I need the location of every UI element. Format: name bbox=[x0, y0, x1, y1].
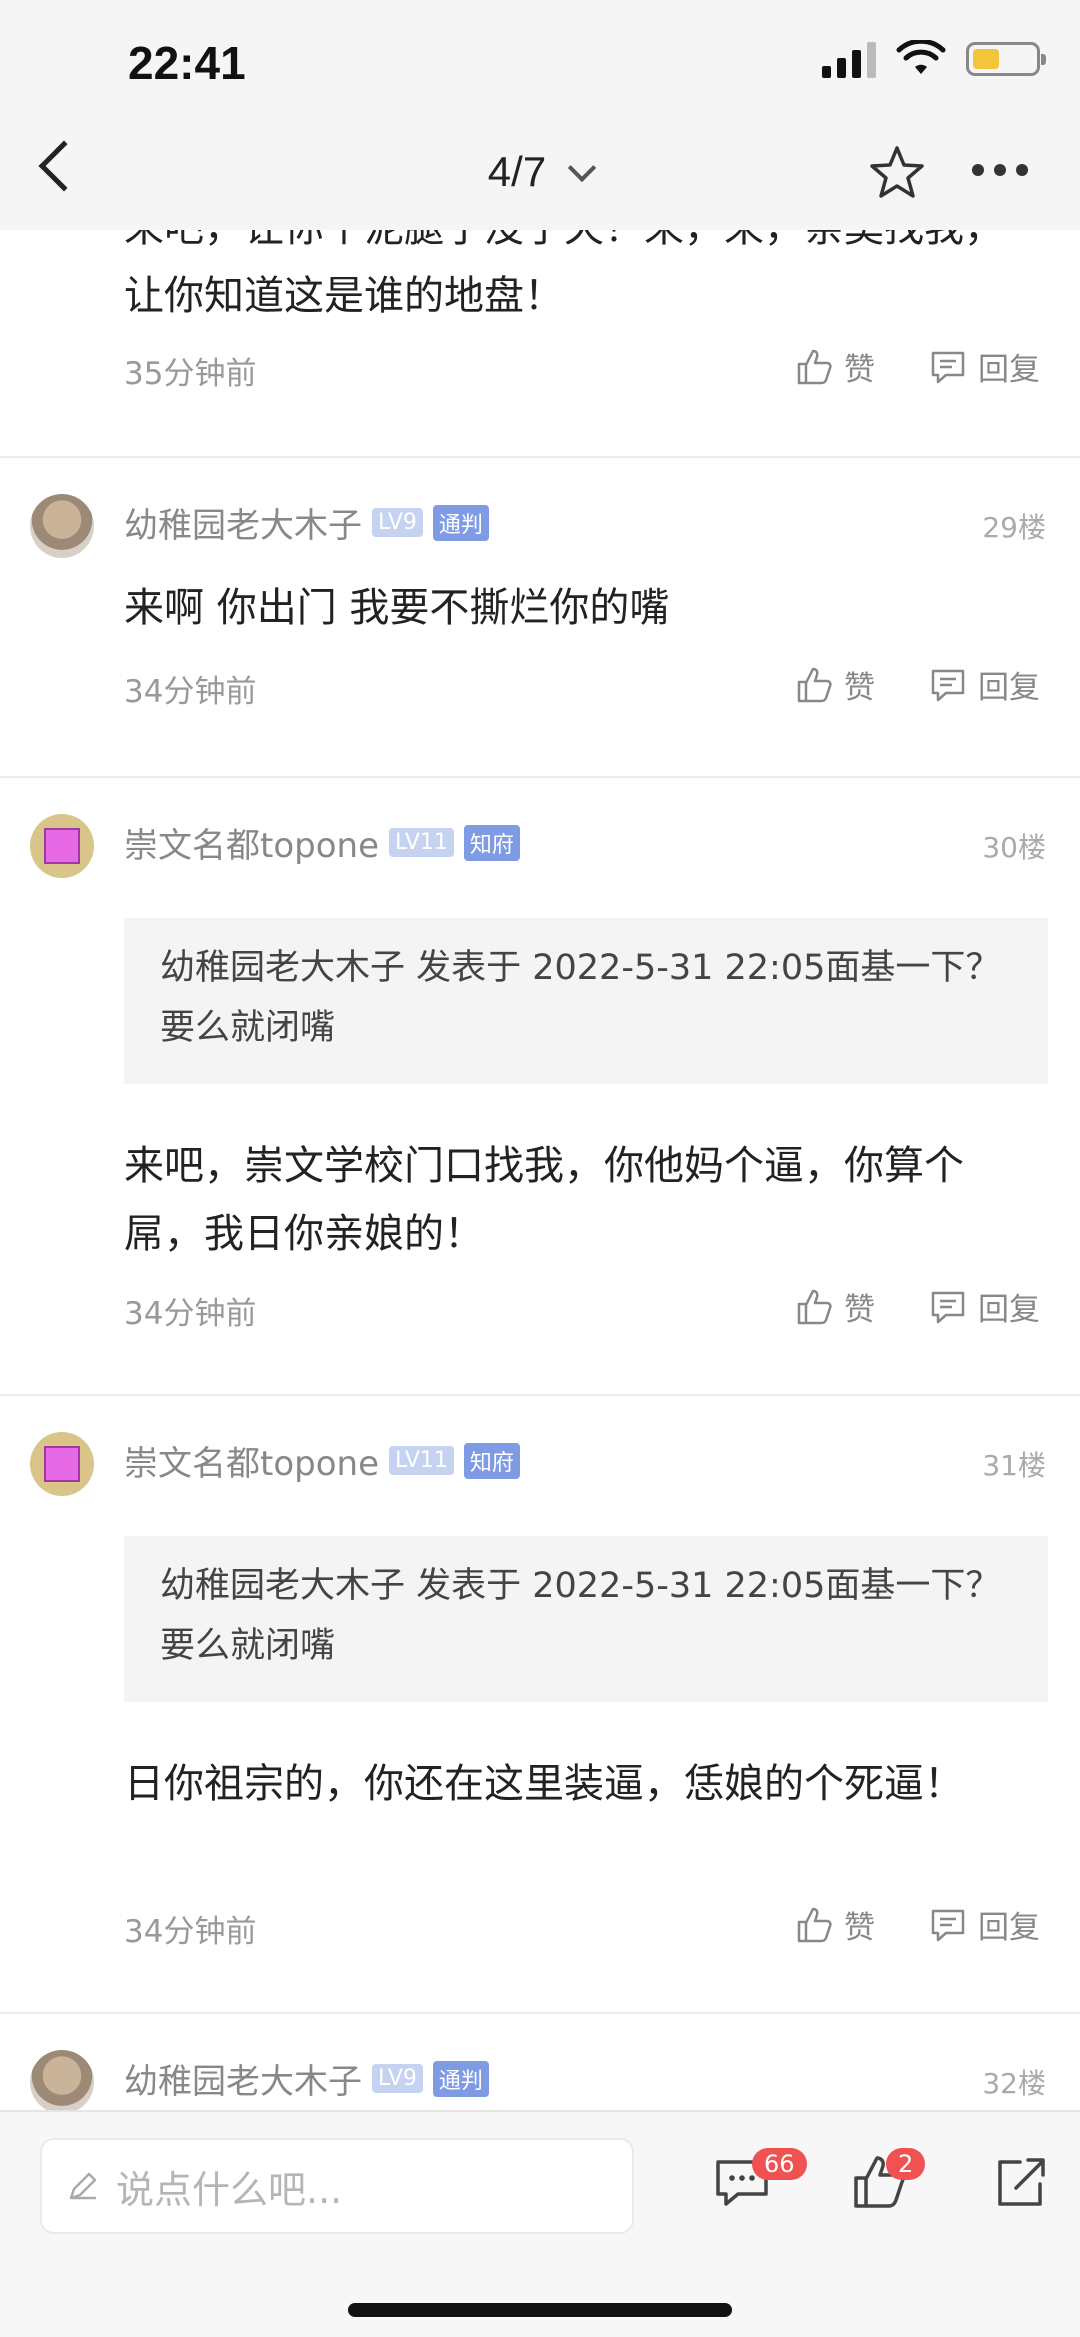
reply-button[interactable]: 回复 bbox=[928, 344, 1040, 389]
thumbs-up-icon bbox=[797, 1289, 832, 1324]
reply-button[interactable]: 回复 bbox=[928, 1902, 1040, 1947]
username[interactable]: 幼稚园老大木子 bbox=[124, 498, 362, 547]
like-button[interactable]: 赞 bbox=[794, 662, 875, 707]
floor-number: 32楼 bbox=[982, 2067, 1046, 2100]
comment-username-row: 崇文名都topone LV11 知府 bbox=[124, 1436, 520, 1485]
username[interactable]: 崇文名都topone bbox=[124, 1436, 379, 1485]
comment-input-placeholder: 说点什么吧... bbox=[116, 2167, 343, 2212]
comment-item: 来吧，让你个泥腿子没了天！来，来，亲莫找我，让你知道这是谁的地盘！ 35分钟前 … bbox=[0, 205, 1080, 458]
comment-item: 崇文名都topone LV11 知府 31楼 幼稚园老大木子 发表于 2022-… bbox=[0, 1396, 1080, 2014]
avatar[interactable] bbox=[30, 1432, 94, 1496]
reply-label: 回复 bbox=[978, 670, 1040, 706]
username[interactable]: 幼稚园老大木子 bbox=[124, 2054, 362, 2103]
avatar[interactable] bbox=[30, 494, 94, 558]
like-label: 赞 bbox=[844, 1292, 875, 1328]
top-header: 22:41 4/7 bbox=[0, 0, 1080, 230]
reply-icon bbox=[931, 669, 965, 701]
comment-list: 来吧，让你个泥腿子没了天！来，来，亲莫找我，让你知道这是谁的地盘！ 35分钟前 … bbox=[0, 205, 1080, 2214]
thumbs-up-icon bbox=[797, 349, 832, 384]
comment-time: 34分钟前 bbox=[124, 1296, 257, 1332]
quoted-reply: 幼稚园老大木子 发表于 2022-5-31 22:05面基一下？要么就闭嘴 bbox=[124, 1536, 1048, 1702]
quoted-reply: 幼稚园老大木子 发表于 2022-5-31 22:05面基一下？要么就闭嘴 bbox=[124, 918, 1048, 1084]
more-icon[interactable] bbox=[972, 164, 1028, 176]
like-count-badge: 2 bbox=[886, 2148, 926, 2180]
wifi-icon bbox=[896, 40, 946, 74]
title-badge: 通判 bbox=[432, 2060, 489, 2097]
comment-text: 来啊 你出门 我要不撕烂你的嘴 bbox=[124, 585, 670, 631]
floor-number: 29楼 bbox=[982, 511, 1046, 544]
comment-username-row: 崇文名都topone LV11 知府 bbox=[124, 818, 520, 867]
reply-icon bbox=[931, 1291, 965, 1323]
status-time: 22:41 bbox=[128, 37, 246, 89]
title-badge: 知府 bbox=[463, 824, 520, 861]
comment-time: 35分钟前 bbox=[124, 356, 257, 392]
comment-time: 34分钟前 bbox=[124, 674, 257, 710]
like-label: 赞 bbox=[844, 670, 875, 706]
comment-time: 34分钟前 bbox=[124, 1914, 257, 1950]
page-indicator-label: 4/7 bbox=[487, 148, 547, 195]
avatar[interactable] bbox=[30, 2050, 94, 2114]
avatar[interactable] bbox=[30, 814, 94, 878]
like-label: 赞 bbox=[844, 1910, 875, 1946]
reply-button[interactable]: 回复 bbox=[928, 662, 1040, 707]
thumbs-up-icon bbox=[797, 1907, 832, 1942]
reply-label: 回复 bbox=[978, 1910, 1040, 1946]
chevron-down-icon bbox=[568, 153, 597, 183]
reply-label: 回复 bbox=[978, 1292, 1040, 1328]
username[interactable]: 崇文名都topone bbox=[124, 818, 379, 867]
floor-number: 31楼 bbox=[982, 1449, 1046, 1482]
comment-input[interactable]: 说点什么吧... bbox=[40, 2138, 634, 2234]
signal-icon bbox=[822, 40, 876, 78]
reply-icon bbox=[931, 1909, 965, 1941]
like-button[interactable]: 赞 bbox=[794, 1902, 875, 1947]
level-badge: LV9 bbox=[372, 508, 423, 537]
level-badge: LV9 bbox=[372, 2064, 423, 2093]
pencil-icon bbox=[69, 2172, 97, 2200]
level-badge: LV11 bbox=[388, 828, 454, 857]
title-badge: 知府 bbox=[463, 1442, 520, 1479]
comment-username-row: 幼稚园老大木子 LV9 通判 bbox=[124, 2054, 489, 2103]
comment-text: 日你祖宗的，你还在这里装逼，恁娘的个死逼！ bbox=[124, 1761, 964, 1807]
star-icon[interactable] bbox=[868, 144, 926, 202]
comment-username-row: 幼稚园老大木子 LV9 通判 bbox=[124, 498, 489, 547]
floor-number: 30楼 bbox=[982, 831, 1046, 864]
comment-count-badge: 66 bbox=[752, 2148, 807, 2180]
home-indicator[interactable] bbox=[348, 2303, 732, 2317]
like-button[interactable]: 赞 bbox=[794, 344, 875, 389]
share-icon[interactable] bbox=[990, 2152, 1050, 2212]
like-button[interactable]: 赞 bbox=[794, 1284, 875, 1329]
level-badge: LV11 bbox=[388, 1446, 454, 1475]
comment-text: 来吧，崇文学校门口找我，你他妈个逼，你算个屌，我日你亲娘的！ bbox=[124, 1143, 964, 1257]
comment-item: 幼稚园老大木子 LV9 通判 29楼 来啊 你出门 我要不撕烂你的嘴 34分钟前… bbox=[0, 458, 1080, 778]
reply-button[interactable]: 回复 bbox=[928, 1284, 1040, 1329]
status-icons bbox=[822, 40, 1046, 78]
battery-icon bbox=[966, 42, 1046, 76]
comment-item: 崇文名都topone LV11 知府 30楼 幼稚园老大木子 发表于 2022-… bbox=[0, 778, 1080, 1396]
thumbs-up-icon bbox=[797, 667, 832, 702]
reply-label: 回复 bbox=[978, 352, 1040, 388]
reply-icon bbox=[931, 351, 965, 383]
title-badge: 通判 bbox=[432, 504, 489, 541]
like-label: 赞 bbox=[844, 352, 875, 388]
